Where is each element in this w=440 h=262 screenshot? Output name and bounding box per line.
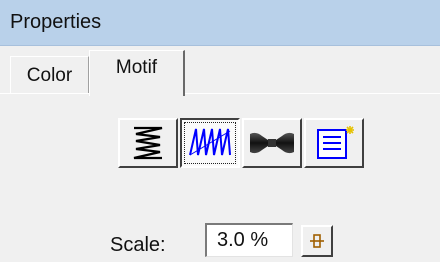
document-motif-button[interactable] xyxy=(304,118,364,168)
slider-adjust-icon xyxy=(310,234,324,248)
properties-window: Properties Color Motif Scale: 3.0 % xyxy=(0,0,440,262)
bowtie-motif-button[interactable] xyxy=(242,118,302,168)
bowtie-icon xyxy=(250,132,294,154)
tab-motif[interactable]: Motif xyxy=(89,50,185,96)
scale-input[interactable]: 3.0 % xyxy=(205,223,293,257)
window-title: Properties xyxy=(10,11,102,33)
wave-motif-button[interactable] xyxy=(180,118,240,168)
wave-icon xyxy=(189,128,231,156)
document-icon xyxy=(317,126,354,159)
zigzag-icon xyxy=(133,126,163,160)
scale-label: Scale: xyxy=(110,234,166,256)
scale-adjust-button[interactable] xyxy=(301,225,333,257)
motif-toolbar xyxy=(118,118,364,170)
title-bar: Properties xyxy=(0,0,440,46)
tab-color[interactable]: Color xyxy=(10,56,89,94)
tab-strip: Color Motif xyxy=(0,46,440,96)
zigzag-motif-button[interactable] xyxy=(118,118,178,168)
